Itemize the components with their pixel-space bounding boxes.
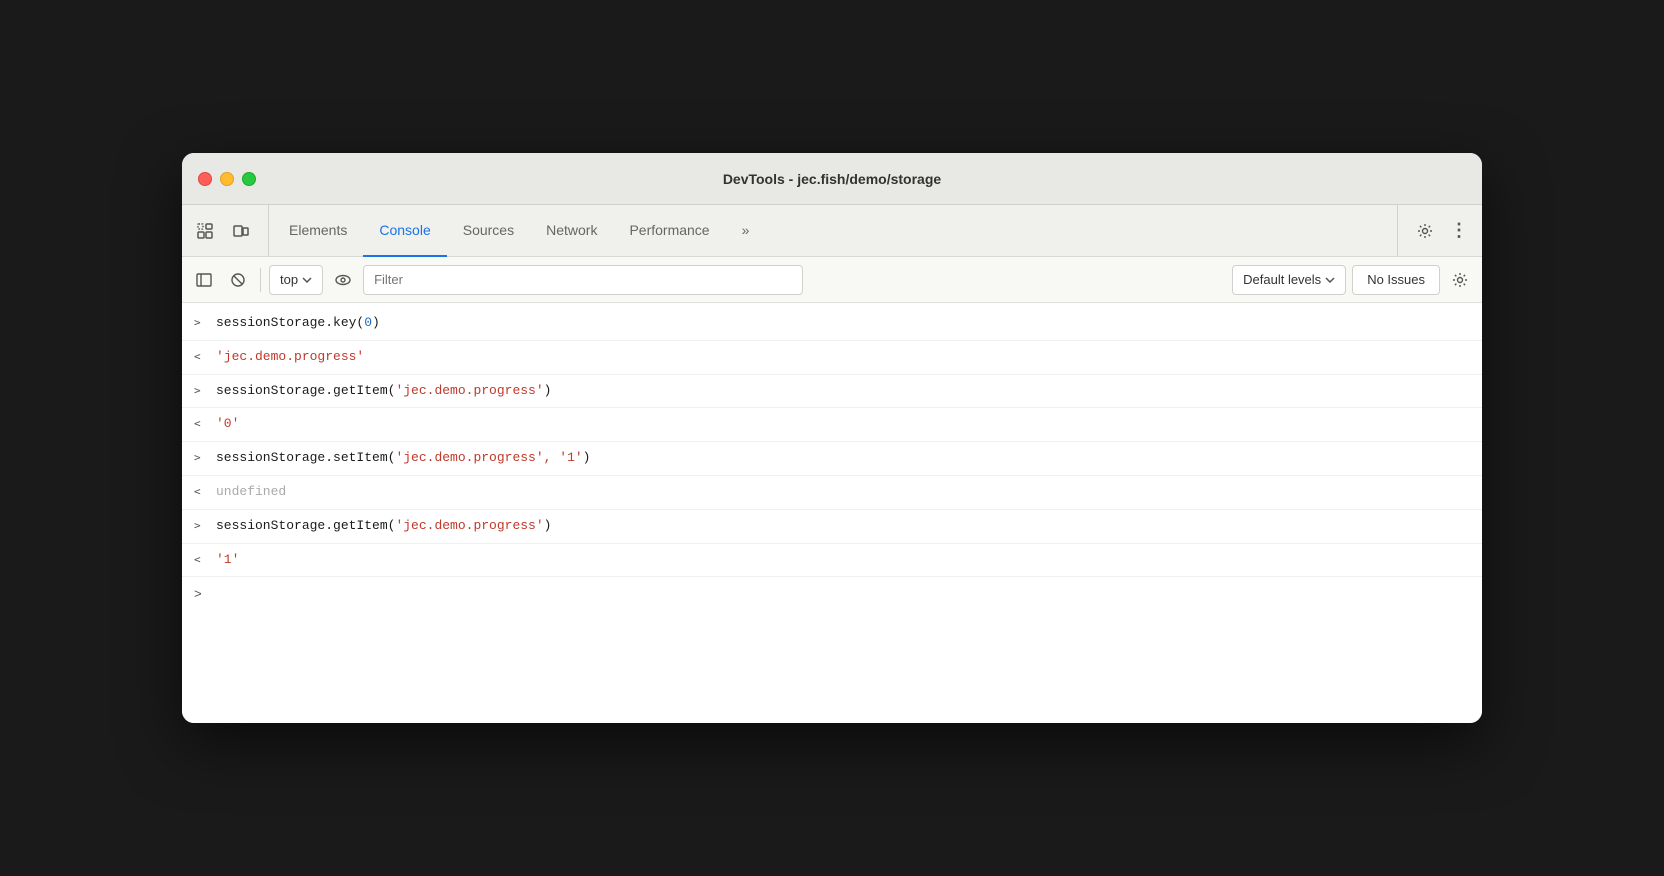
console-line[interactable]: < undefined [182,476,1482,510]
console-settings-button[interactable] [1446,266,1474,294]
console-line[interactable]: < '0' [182,408,1482,442]
console-line[interactable]: > sessionStorage.setItem('jec.demo.progr… [182,442,1482,476]
traffic-lights [198,172,256,186]
output-arrow: < [194,348,210,366]
output-arrow: < [194,551,210,569]
code-content: 'jec.demo.progress' [216,347,364,368]
tab-performance[interactable]: Performance [613,205,725,257]
console-line[interactable]: > sessionStorage.getItem('jec.demo.progr… [182,375,1482,409]
close-button[interactable] [198,172,212,186]
input-arrow: > [194,449,210,467]
devtools-actions: ⋮ [1397,205,1474,256]
eye-button[interactable] [329,266,357,294]
cursor-caret: > [194,585,202,606]
console-input-line[interactable]: > [182,577,1482,614]
context-selector[interactable]: top [269,265,323,295]
code-content: sessionStorage.getItem('jec.demo.progres… [216,516,551,537]
input-arrow: > [194,314,210,332]
tab-network[interactable]: Network [530,205,613,257]
chevron-down-icon [302,277,312,283]
code-content: '0' [216,414,239,435]
window-title: DevTools - jec.fish/demo/storage [723,171,941,187]
device-toolbar-button[interactable] [226,216,256,246]
tab-sources[interactable]: Sources [447,205,530,257]
filter-input[interactable] [363,265,803,295]
console-line[interactable]: < 'jec.demo.progress' [182,341,1482,375]
console-line[interactable]: < '1' [182,544,1482,578]
console-toolbar: top Default levels No Issues [182,257,1482,303]
chevron-down-icon [1325,277,1335,283]
console-output: > sessionStorage.key(0) < 'jec.demo.prog… [182,303,1482,723]
code-content: undefined [216,482,286,503]
input-arrow: > [194,517,210,535]
log-levels-button[interactable]: Default levels [1232,265,1346,295]
output-arrow: < [194,483,210,501]
code-content: sessionStorage.setItem('jec.demo.progres… [216,448,590,469]
code-content: sessionStorage.getItem('jec.demo.progres… [216,381,551,402]
inspect-element-button[interactable] [190,216,220,246]
minimize-button[interactable] [220,172,234,186]
more-options-button[interactable]: ⋮ [1444,216,1474,246]
settings-button[interactable] [1410,216,1440,246]
divider [260,268,261,292]
clear-console-button[interactable] [224,266,252,294]
tab-elements[interactable]: Elements [273,205,363,257]
no-issues-button[interactable]: No Issues [1352,265,1440,295]
console-line[interactable]: > sessionStorage.key(0) [182,307,1482,341]
code-content: '1' [216,550,239,571]
tabs-bar: Elements Console Sources Network Perform… [182,205,1482,257]
console-line[interactable]: > sessionStorage.getItem('jec.demo.progr… [182,510,1482,544]
tab-console[interactable]: Console [363,205,446,257]
sidebar-toggle-button[interactable] [190,266,218,294]
tab-more[interactable]: » [726,205,766,257]
input-arrow: > [194,382,210,400]
devtools-window: DevTools - jec.fish/demo/storage [182,153,1482,723]
output-arrow: < [194,415,210,433]
devtools-icons [190,205,269,256]
code-content: sessionStorage.key(0) [216,313,380,334]
titlebar: DevTools - jec.fish/demo/storage [182,153,1482,205]
maximize-button[interactable] [242,172,256,186]
main-tabs: Elements Console Sources Network Perform… [273,205,1393,256]
